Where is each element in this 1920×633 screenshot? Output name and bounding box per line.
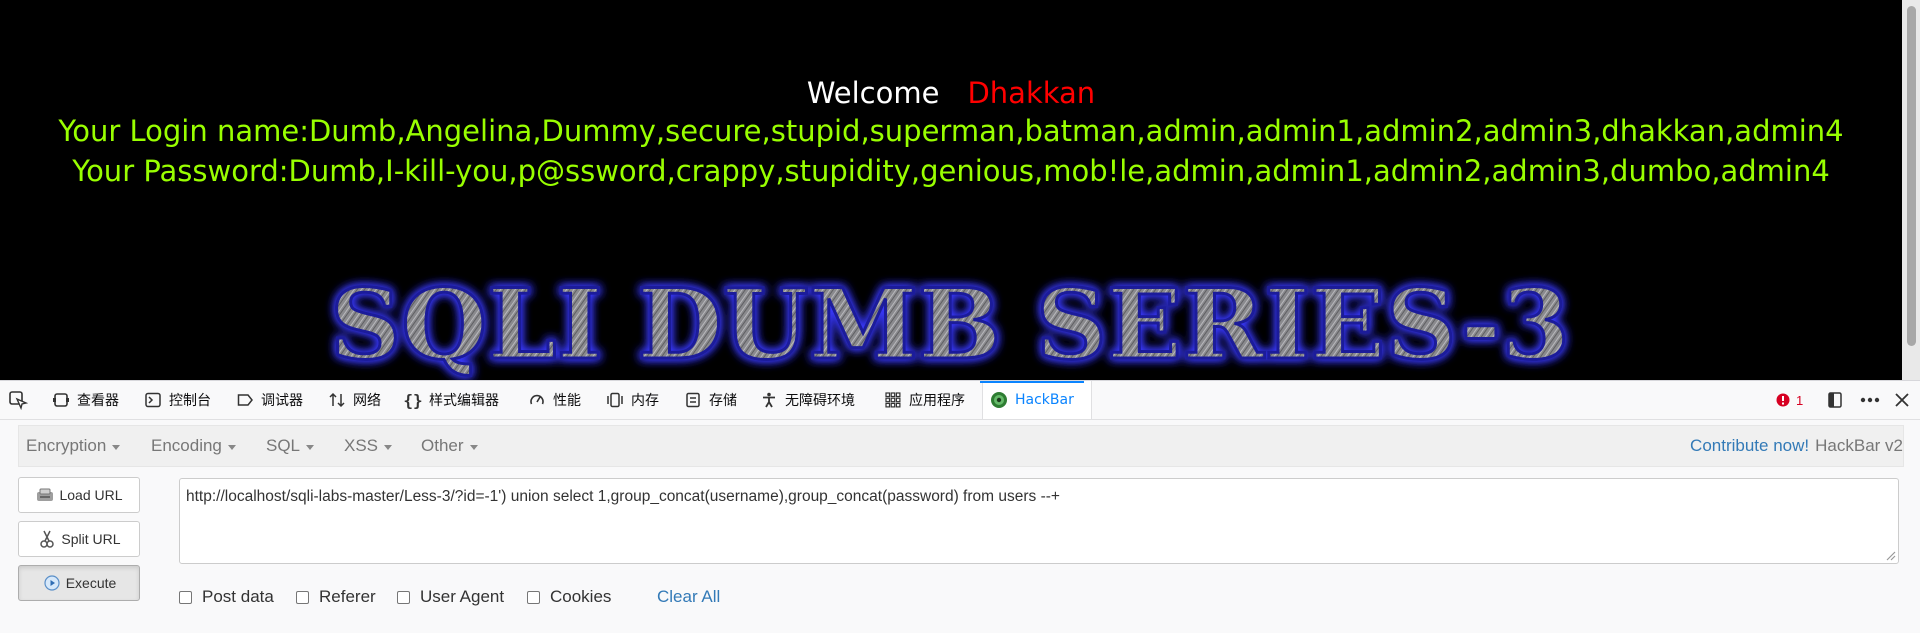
tab-memory[interactable]: 内存 [606,381,659,419]
storage-icon [684,391,702,409]
menu-encoding[interactable]: Encoding [151,426,236,466]
network-icon [328,391,346,409]
tab-storage[interactable]: 存储 [684,381,737,419]
tab-label: 内存 [631,393,659,409]
tab-label: 控制台 [169,393,211,409]
style-editor-icon: {} [403,390,423,410]
error-count: 1 [1796,392,1804,408]
tab-label: HackBar [1015,392,1074,408]
menu-label: Encryption [26,436,107,455]
tab-inspector[interactable]: 查看器 [52,381,119,419]
option-label: User Agent [420,587,505,606]
button-label: Split URL [61,531,121,547]
menu-label: SQL [266,436,301,455]
tab-performance[interactable]: 性能 [528,381,581,419]
menu-encryption[interactable]: Encryption [26,426,121,466]
caret-down-icon [227,444,236,450]
accessibility-icon [760,391,778,409]
banner-logo: SQLI DUMB SERIES-3 [329,267,1572,381]
cookies-checkbox[interactable] [527,590,540,604]
tab-label: 应用程序 [909,393,965,409]
error-icon [1776,393,1790,407]
element-picker-icon[interactable] [8,381,28,419]
post-data-checkbox[interactable] [179,590,192,604]
performance-icon [528,391,546,409]
application-icon [884,391,902,409]
scissors-icon [37,530,57,548]
menu-other[interactable]: Other [421,426,478,466]
menu-xss[interactable]: XSS [344,426,393,466]
split-url-button[interactable]: Split URL [18,521,140,557]
tab-console[interactable]: 控制台 [144,381,211,419]
execute-button[interactable]: Execute [18,565,140,601]
hackbar-version: HackBar v2 [1815,436,1903,455]
tab-style-editor[interactable]: {} 样式编辑器 [403,381,499,419]
tab-hackbar[interactable]: HackBar [980,381,1084,419]
inspector-icon [52,391,70,409]
devtools-toolbar: 查看器 控制台 调试器 网络 {} 样式编辑器 性能 内存 存储 无障碍环境 应用… [0,381,1920,420]
url-value: http://localhost/sqli-labs-master/Less-3… [186,488,1060,505]
scrollbar-thumb[interactable] [1907,6,1916,346]
error-indicator[interactable]: 1 [1776,381,1803,419]
hackbar-menu: Encryption Encoding SQL XSS Other Contri… [18,425,1904,467]
hackbar-icon [990,391,1008,409]
resize-handle-icon[interactable] [1884,549,1896,561]
referer-option[interactable]: Referer [296,587,376,607]
welcome-username: Dhakkan [967,76,1096,110]
tab-label: 存储 [709,393,737,409]
banner-text: SQLI DUMB SERIES-3 [330,268,1570,380]
option-label: Post data [202,587,274,606]
tab-debugger[interactable]: 调试器 [236,381,303,419]
close-icon[interactable] [1894,381,1910,419]
contribute-area: Contribute now! HackBar v2 [1690,426,1903,466]
console-icon [144,391,162,409]
tab-label: 性能 [553,393,581,409]
debugger-icon [236,391,254,409]
dock-side-icon[interactable] [1826,381,1844,419]
clear-all-link[interactable]: Clear All [657,587,720,607]
load-url-button[interactable]: Load URL [18,477,140,513]
menu-label: XSS [344,436,379,455]
caret-down-icon [469,444,478,450]
contribute-link[interactable]: Contribute now! [1690,436,1809,456]
password-result: Your Password:Dumb,I-kill-you,p@ssword,c… [72,154,1830,188]
url-input[interactable]: http://localhost/sqli-labs-master/Less-3… [179,478,1899,564]
caret-down-icon [306,444,315,450]
caret-down-icon [384,444,393,450]
welcome-line: Welcome Dhakkan [0,76,1902,110]
cookies-option[interactable]: Cookies [527,587,611,607]
tab-label: 查看器 [77,393,119,409]
login-name-result: Your Login name:Dumb,Angelina,Dummy,secu… [58,114,1844,148]
tab-label: 无障碍环境 [785,393,855,409]
option-label: Referer [319,587,376,606]
memory-icon [606,391,624,409]
menu-label: Other [421,436,464,455]
button-label: Load URL [59,487,123,503]
user-agent-checkbox[interactable] [397,590,410,604]
tab-accessibility[interactable]: 无障碍环境 [760,381,855,419]
button-label: Execute [65,575,117,591]
welcome-label: Welcome [806,76,940,110]
tab-network[interactable]: 网络 [328,381,381,419]
tab-label: 网络 [353,393,381,409]
tab-application[interactable]: 应用程序 [884,381,965,419]
user-agent-option[interactable]: User Agent [397,587,504,607]
menu-label: Encoding [151,436,222,455]
menu-sql[interactable]: SQL [266,426,315,466]
page-viewport: Welcome Dhakkan Your Login name:Dumb,Ange… [0,0,1902,380]
caret-down-icon [112,444,121,450]
tab-label: 调试器 [261,393,303,409]
load-url-icon [35,486,55,504]
page-scrollbar[interactable] [1902,0,1920,380]
referer-checkbox[interactable] [296,590,309,604]
devtools-panel: 查看器 控制台 调试器 网络 {} 样式编辑器 性能 内存 存储 无障碍环境 应用… [0,380,1920,633]
option-label: Cookies [550,587,612,606]
play-icon [42,574,62,592]
tab-label: 样式编辑器 [429,393,499,409]
post-data-option[interactable]: Post data [179,587,274,607]
more-options-icon[interactable] [1860,381,1880,419]
